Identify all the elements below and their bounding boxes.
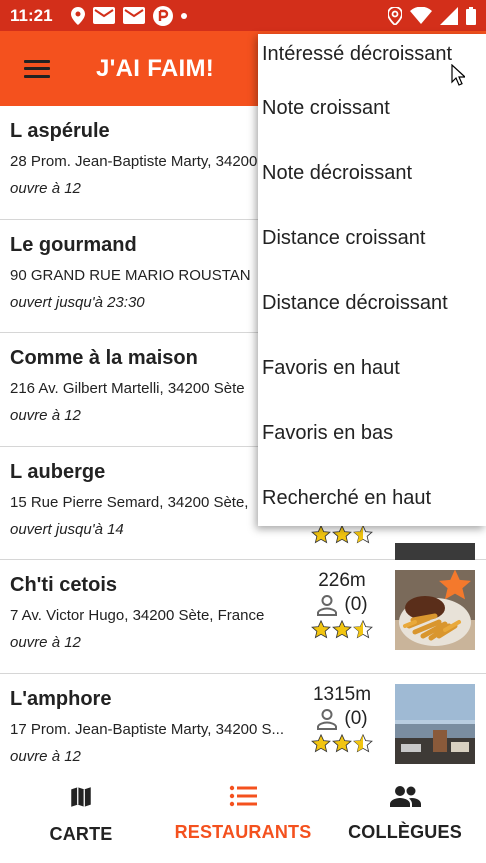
nav-label: COLLÈGUES	[348, 822, 462, 842]
star-half-icon	[353, 620, 373, 639]
map-icon	[71, 787, 91, 807]
location-icon	[70, 6, 85, 25]
rating-stars	[302, 733, 382, 753]
restaurant-address: 90 GRAND RUE MARIO ROUSTAN	[10, 266, 251, 284]
star-full-icon	[311, 733, 331, 752]
sort-option-distance-croissant[interactable]: Distance croissant	[258, 206, 486, 271]
battery-icon	[466, 6, 476, 25]
status-bar: 11:21	[0, 0, 486, 31]
nav-tab-carte[interactable]: CARTE	[0, 776, 162, 863]
restaurant-distance: 1315m	[312, 683, 372, 705]
sort-option-recherche-en-haut[interactable]: Recherché en haut	[258, 466, 486, 526]
nav-tab-restaurants[interactable]: RESTAURANTS	[162, 776, 324, 863]
restaurant-photo	[395, 570, 475, 650]
rating-stars	[302, 620, 382, 639]
star-full-icon	[332, 524, 352, 543]
mail-icon	[92, 7, 115, 24]
app-title: J'AI FAIM!	[96, 54, 215, 82]
favorite-star-icon[interactable]	[437, 570, 473, 602]
restaurant-address: 7 Av. Victor Hugo, 34200 Sète, France	[10, 607, 265, 624]
restaurant-address: 216 Av. Gilbert Martelli, 34200 Sète	[10, 380, 245, 397]
sort-menu: Intéressé décroissant Note croissant Not…	[258, 34, 486, 526]
mail-icon	[122, 7, 145, 24]
star-half-icon	[353, 524, 373, 543]
star-full-icon	[332, 733, 352, 752]
people-icon	[390, 786, 421, 807]
person-icon	[317, 595, 338, 616]
star-full-icon	[311, 620, 331, 639]
sort-option-favoris-en-haut[interactable]: Favoris en haut	[258, 336, 486, 401]
hamburger-icon[interactable]	[24, 59, 50, 78]
harbor-photo-image	[395, 683, 475, 764]
list-item[interactable]: Ch'ti cetois 7 Av. Victor Hugo, 34200 Sè…	[0, 560, 486, 674]
sort-option-favoris-en-bas[interactable]: Favoris en bas	[258, 401, 486, 466]
sort-option-distance-decroissant[interactable]: Distance décroissant	[258, 271, 486, 336]
interested-value: (0)	[344, 594, 368, 615]
list-icon	[229, 785, 257, 807]
nav-label: CARTE	[49, 824, 113, 844]
mouse-pointer-icon	[451, 64, 465, 86]
rating-stars	[302, 524, 382, 544]
nav-tab-collegues[interactable]: COLLÈGUES	[324, 776, 486, 863]
interested-count: (0)	[302, 708, 382, 730]
sort-option-note-decroissant[interactable]: Note décroissant	[258, 141, 486, 206]
person-icon	[317, 708, 338, 730]
restaurant-photo	[395, 542, 475, 560]
restaurant-address: 28 Prom. Jean-Baptiste Marty, 34200	[10, 153, 258, 170]
wifi-icon	[410, 7, 432, 24]
signal-icon	[440, 6, 458, 25]
restaurant-meta: 1315m (0)	[302, 684, 382, 753]
phone-screen: { "status_bar": { "time": "11:21", "icon…	[0, 0, 486, 863]
restaurant-photo	[395, 683, 475, 764]
star-half-icon	[353, 733, 373, 752]
interested-count: (0)	[302, 594, 382, 616]
star-full-icon	[311, 524, 331, 543]
status-time: 11:21	[10, 5, 53, 25]
star-full-icon	[332, 620, 352, 639]
restaurant-distance: 226m	[318, 570, 366, 591]
interested-value: (0)	[344, 707, 368, 729]
list-item[interactable]: L'amphore 17 Prom. Jean-Baptiste Marty, …	[0, 674, 486, 777]
app-icon	[152, 5, 173, 26]
dot-icon	[180, 12, 187, 19]
restaurant-address: 17 Prom. Jean-Baptiste Marty, 34200 S...	[10, 720, 285, 738]
restaurant-meta: 226m (0)	[302, 570, 382, 639]
restaurant-address: 15 Rue Pierre Semard, 34200 Sète,	[10, 493, 249, 511]
nav-label: RESTAURANTS	[174, 822, 312, 842]
location-icon	[388, 6, 402, 25]
bottom-navigation: CARTE RESTAURANTS COLLÈGUES	[0, 776, 486, 863]
